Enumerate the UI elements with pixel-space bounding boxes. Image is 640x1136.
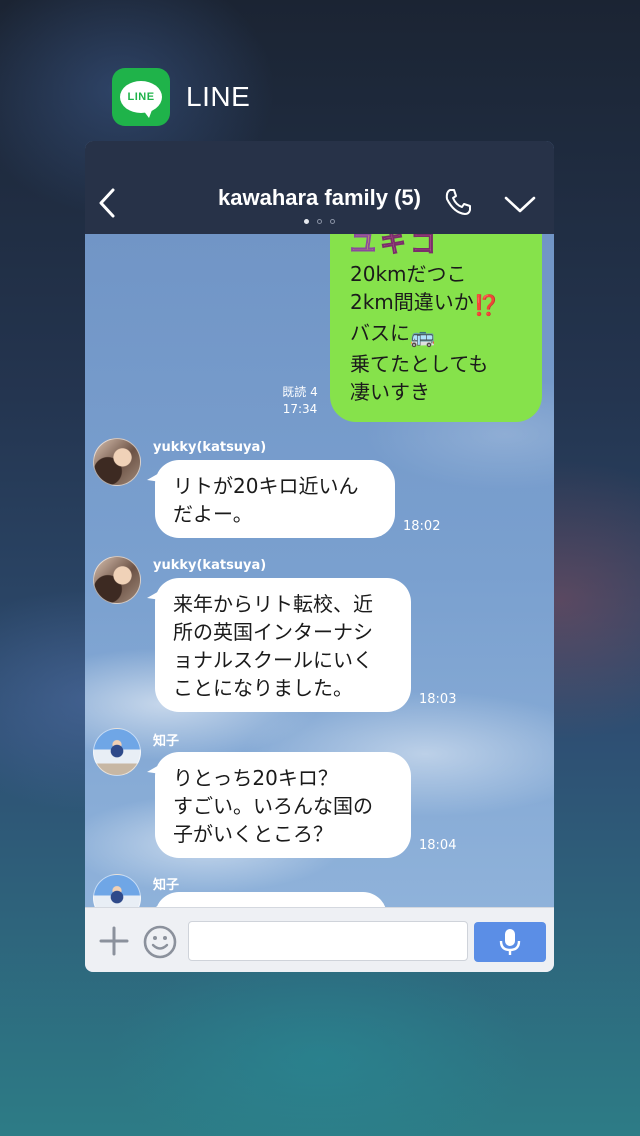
- page-dot: [330, 219, 335, 224]
- chat-title: kawahara family (5): [218, 185, 421, 210]
- message-input[interactable]: [188, 921, 468, 961]
- message-time: 18:04: [419, 838, 457, 853]
- message-bubble: [147, 892, 387, 907]
- app-card[interactable]: kawahara family (5) ユキコ 20kmだつこ 2km間違いか⁉…: [85, 141, 554, 972]
- read-count: 既読 4: [282, 385, 318, 399]
- message-bubble: リトが20キロ近いん だよー。: [147, 460, 395, 538]
- sender-name: yukky(katsuya): [153, 440, 267, 455]
- message-time: 17:34: [282, 402, 318, 416]
- avatar[interactable]: [93, 438, 141, 486]
- plus-icon[interactable]: [99, 926, 129, 956]
- microphone-icon: [499, 929, 521, 955]
- avatar[interactable]: [93, 874, 141, 907]
- phone-icon[interactable]: [443, 187, 473, 217]
- chevron-down-icon[interactable]: [503, 193, 537, 215]
- avatar[interactable]: [93, 556, 141, 604]
- sender-name: 知子: [153, 734, 180, 749]
- line-logo: LINE: [120, 81, 162, 118]
- page-dot: [317, 219, 322, 224]
- message-time: 18:03: [419, 692, 457, 707]
- message-input-bar: [85, 907, 554, 972]
- app-name: LINE: [186, 81, 251, 112]
- avatar[interactable]: [93, 728, 141, 776]
- message-line: 20kmだつこ: [350, 262, 467, 286]
- read-receipt: 既読 4 17:34: [275, 384, 325, 418]
- chat-area[interactable]: ユキコ 20kmだつこ 2km間違いか⁉️ バスに🚌 乗てたとしても 凄いすき …: [85, 234, 554, 907]
- message-bubble: 来年からリト転校、近 所の英国インターナシ ョナルスクールにいく ことになりまし…: [147, 578, 411, 712]
- message-line: 凄いすき: [350, 380, 430, 404]
- message-line: 2km間違いか⁉️: [350, 290, 499, 317]
- exclamation-question-icon: ⁉️: [473, 293, 499, 317]
- bus-icon: 🚌: [410, 324, 435, 348]
- voice-message-button[interactable]: [474, 922, 546, 962]
- message-line: 乗てたとしても: [350, 352, 489, 376]
- my-message-bubble: ユキコ 20kmだつこ 2km間違いか⁉️ バスに🚌 乗てたとしても 凄いすき: [330, 234, 542, 422]
- sender-name: 知子: [153, 878, 180, 893]
- sender-name: yukky(katsuya): [153, 558, 267, 573]
- message-time: 18:02: [403, 519, 441, 534]
- app-switcher-header: LINE LINE: [112, 68, 250, 126]
- chat-topbar: kawahara family (5): [85, 141, 554, 234]
- page-dot: [304, 219, 309, 224]
- message-line: バスに🚌: [350, 321, 435, 348]
- line-app-icon[interactable]: LINE: [112, 68, 170, 126]
- emoji-icon[interactable]: [143, 925, 177, 959]
- page-indicator: [85, 219, 554, 224]
- sticker-text: ユキコ: [349, 234, 437, 259]
- message-bubble: りとっち20キロ？ すごい。いろんな国の 子がいくところ？: [147, 752, 411, 858]
